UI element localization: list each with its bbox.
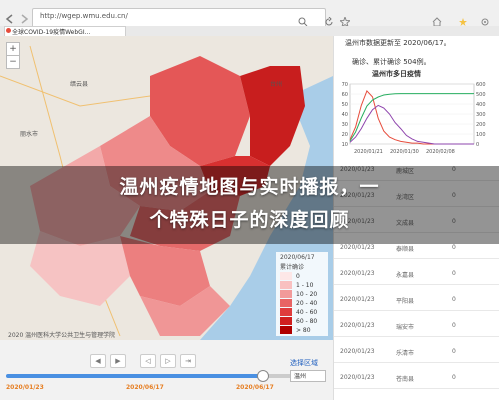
- table-cell-value: 0: [452, 374, 456, 381]
- prev-button[interactable]: ◀: [90, 354, 106, 368]
- table-cell-date: 2020/01/23: [340, 270, 375, 277]
- chart-left-tick: 60: [342, 92, 348, 98]
- trend-chart: 70 60 50 40 30 20 10 600 500 400 300 200 100 0 2020/01…: [334, 80, 499, 158]
- svg-text:丽水市: 丽水市: [20, 130, 38, 138]
- zoom-out-button[interactable]: −: [6, 55, 20, 69]
- table-cell-date: 2020/01/23: [340, 244, 375, 251]
- chart-title: 温州市多日疫情: [372, 70, 421, 78]
- legend-swatch: [280, 299, 292, 307]
- tab-favicon-icon: [6, 28, 11, 33]
- svg-text:缙云县: 缙云县: [70, 80, 88, 88]
- timeline-track-filled[interactable]: [6, 374, 262, 378]
- chart-series-line: [349, 104, 474, 145]
- table-cell-place: 苍南县: [396, 376, 415, 383]
- timeline-end-date: 2020/06/17: [236, 384, 274, 391]
- refresh-icon[interactable]: [324, 12, 334, 26]
- chart-left-tick: 20: [342, 132, 348, 138]
- table-cell-date: 2020/01/23: [340, 322, 375, 329]
- table-row[interactable]: 2020/01/23 平阳县 0: [334, 288, 499, 311]
- table-cell-date: 2020/01/23: [340, 296, 375, 303]
- legend-swatch: [280, 281, 292, 289]
- legend-label: 10 - 20: [296, 291, 318, 298]
- table-cell-date: 2020/01/23: [340, 374, 375, 381]
- legend-label: 40 - 60: [296, 309, 318, 316]
- chart-right-tick: 0: [476, 142, 479, 148]
- legend-label: 20 - 40: [296, 300, 318, 307]
- legend-swatch: [280, 308, 292, 316]
- table-cell-value: 0: [452, 322, 456, 329]
- legend-label: 1 - 10: [296, 282, 314, 289]
- legend-label: > 80: [296, 327, 311, 334]
- svg-text:台州: 台州: [270, 80, 282, 88]
- legend-swatch: [280, 272, 292, 280]
- timeline-start-date: 2020/01/23: [6, 384, 44, 391]
- table-row[interactable]: 2020/01/23 苍南县 0: [334, 366, 499, 389]
- timeline-mid-date: 2020/06/17: [126, 384, 164, 391]
- chart-left-tick: 30: [342, 122, 348, 128]
- table-cell-place: 平阳县: [396, 298, 415, 305]
- search-icon[interactable]: [298, 12, 308, 27]
- next-step-button[interactable]: ▷: [160, 354, 176, 368]
- legend-swatch: [280, 317, 292, 325]
- chart-right-tick: 600: [476, 82, 486, 88]
- table-cell-place: 瑞安市: [396, 324, 415, 331]
- table-cell-value: 0: [452, 244, 456, 251]
- chart-x-tick: 2020/01/21: [354, 149, 383, 155]
- chart-left-tick: 70: [342, 82, 348, 88]
- back-icon[interactable]: [4, 10, 16, 24]
- table-row[interactable]: 2020/01/23 永嘉县 0: [334, 262, 499, 285]
- chart-right-tick: 100: [476, 132, 486, 138]
- legend-swatch: [280, 326, 292, 334]
- legend-subtitle: 累计确诊: [280, 264, 305, 271]
- timeline-slider-handle[interactable]: [257, 370, 269, 382]
- chart-left-tick: 50: [342, 102, 348, 108]
- chart-right-tick: 300: [476, 112, 486, 118]
- chart-right-tick: 200: [476, 122, 486, 128]
- table-cell-value: 0: [452, 296, 456, 303]
- home-icon[interactable]: [432, 12, 442, 27]
- panel-subtitle: 确诊、累计确诊 504例。: [352, 58, 431, 66]
- favorites-icon[interactable]: [458, 12, 468, 26]
- chart-right-tick: 500: [476, 92, 486, 98]
- table-cell-value: 0: [452, 348, 456, 355]
- tab-title: 全球COVID-19疫情WebGI...: [12, 29, 91, 36]
- region-select-label: 选择区域: [290, 359, 318, 367]
- table-row[interactable]: 2020/01/23 乐清市 0: [334, 340, 499, 363]
- table-row[interactable]: 2020/01/23 瑞安市 0: [334, 314, 499, 337]
- chart-left-tick: 10: [342, 142, 348, 148]
- table-cell-place: 永嘉县: [396, 272, 415, 279]
- legend-title: 2020/06/17: [280, 254, 315, 261]
- chart-x-tick: 2020/01/30: [390, 149, 419, 155]
- table-cell-place: 乐清市: [396, 350, 415, 357]
- table-cell-date: 2020/01/23: [340, 348, 375, 355]
- table-cell-place: 泰顺县: [396, 246, 415, 253]
- chart-left-tick: 40: [342, 112, 348, 118]
- end-button[interactable]: ⇥: [180, 354, 196, 368]
- table-cell-value: 0: [452, 270, 456, 277]
- legend-label: 60 - 80: [296, 318, 318, 325]
- prev-step-button[interactable]: ◁: [140, 354, 156, 368]
- address-url: http://wgep.wmu.edu.cn/: [40, 12, 128, 20]
- banner-line-2: 个特殊日子的深度回顾: [149, 209, 350, 231]
- chart-right-tick: 400: [476, 102, 486, 108]
- legend-swatch: [280, 290, 292, 298]
- chart-series-line: [349, 89, 474, 145]
- region-select[interactable]: 温州: [290, 370, 326, 382]
- chart-x-tick: 2020/02/08: [426, 149, 455, 155]
- panel-title: 温州市数据更新至 2020/06/17。: [345, 39, 451, 47]
- timeline-panel: [0, 340, 333, 400]
- legend-label: 0: [296, 273, 300, 280]
- zoom-in-button[interactable]: +: [6, 42, 20, 56]
- settings-icon[interactable]: [480, 12, 490, 26]
- trend-chart-svg: 70 60 50 40 30 20 10 600 500 400 300 200 100 0 2020/01…: [342, 82, 486, 155]
- play-button[interactable]: ▶: [110, 354, 126, 368]
- map-attribution: 2020 温州医科大学公共卫生与管理学院: [8, 332, 116, 339]
- forward-icon[interactable]: [18, 10, 30, 24]
- banner-line-1: 温州疫情地图与实时播报，一: [119, 176, 380, 198]
- star-icon[interactable]: [338, 12, 352, 29]
